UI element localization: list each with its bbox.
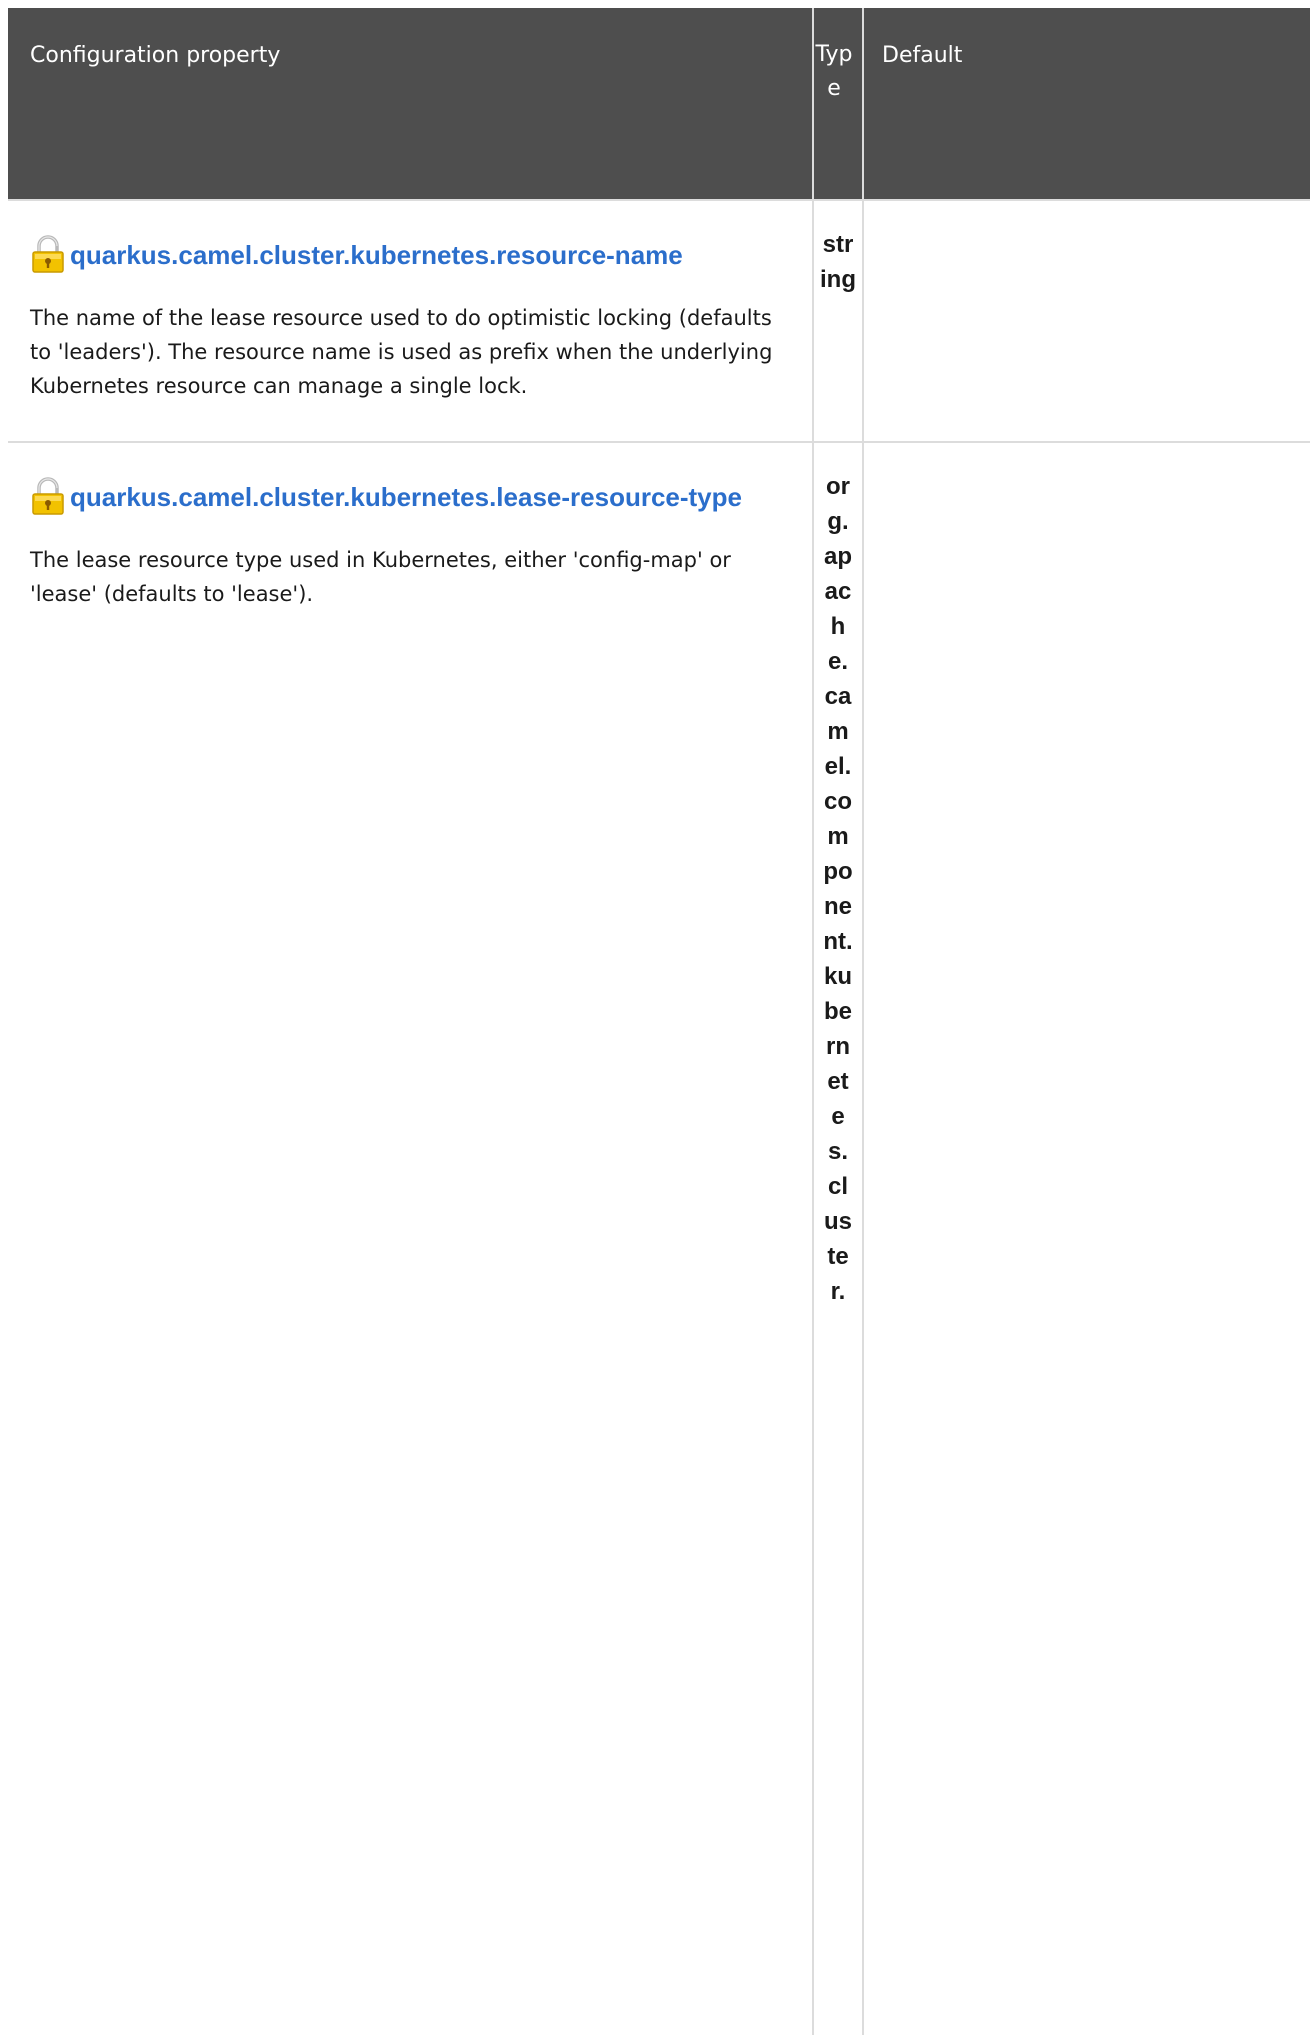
type-cell: org.apache.camel.component.kubernetes.cl… (813, 441, 864, 2035)
table-row: quarkus.camel.cluster.kubernetes.resourc… (8, 199, 1310, 442)
header-type: Type (813, 8, 864, 200)
property-name-link[interactable]: quarkus.camel.cluster.kubernetes.resourc… (70, 237, 683, 273)
property-cell: quarkus.camel.cluster.kubernetes.lease-r… (8, 441, 814, 2035)
type-value: org.apache.camel.component.kubernetes.cl… (823, 473, 853, 1305)
lock-icon (32, 477, 64, 515)
lock-icon (32, 235, 64, 273)
default-cell (863, 199, 1310, 442)
config-properties-table: Configuration property Type Default quar… (8, 8, 1310, 2035)
type-cell: string (813, 199, 864, 442)
property-description: The name of the lease resource used to d… (30, 306, 773, 398)
header-default: Default (863, 8, 1310, 200)
property-name-link[interactable]: quarkus.camel.cluster.kubernetes.lease-r… (70, 479, 742, 515)
table-row: quarkus.camel.cluster.kubernetes.lease-r… (8, 441, 1310, 2035)
type-value: string (820, 231, 856, 293)
table-header-row: Configuration property Type Default (8, 8, 1310, 200)
header-configuration-property: Configuration property (8, 8, 814, 200)
default-cell (863, 441, 1310, 2035)
property-description: The lease resource type used in Kubernet… (30, 548, 731, 606)
property-cell: quarkus.camel.cluster.kubernetes.resourc… (8, 199, 814, 442)
